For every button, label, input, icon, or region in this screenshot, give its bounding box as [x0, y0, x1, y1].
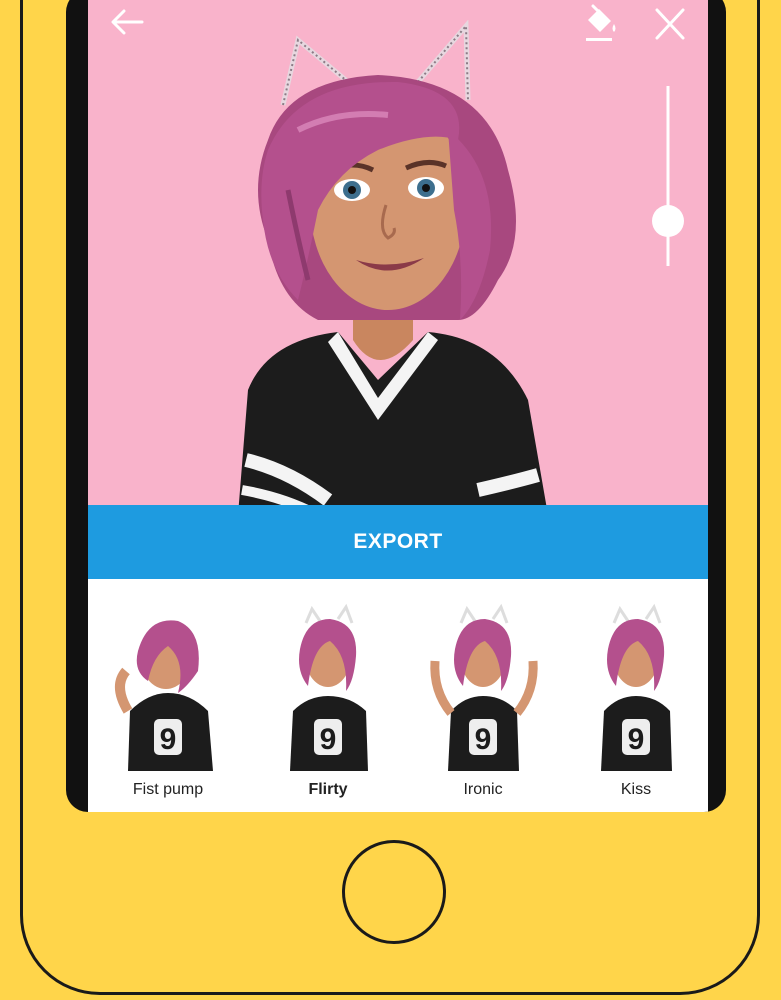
- paint-bucket-icon: [586, 4, 616, 41]
- avatar-thumbnail: 9: [601, 603, 672, 771]
- arrow-left-icon: [111, 9, 144, 35]
- avatar-thumbnail: 9: [290, 603, 368, 771]
- avatar-thumbnail: 9: [115, 620, 213, 771]
- gesture-fist-pump[interactable]: 9 Fist pump: [108, 601, 228, 811]
- svg-text:9: 9: [475, 723, 492, 756]
- avatar-3d-preview: [228, 19, 548, 515]
- phone-screen: EXPORT 9 Fist pump 9 Flirty 9 Ironic 9 K…: [66, 0, 726, 812]
- avatar-preview: [88, 0, 708, 515]
- gesture-kiss[interactable]: 9 Kiss: [576, 601, 696, 811]
- gesture-label: Kiss: [620, 781, 652, 798]
- gesture-label: Flirty: [308, 781, 348, 798]
- back-button[interactable]: [108, 4, 148, 40]
- svg-text:9: 9: [320, 723, 337, 756]
- gesture-flirty[interactable]: 9 Flirty: [268, 601, 388, 811]
- gesture-label: Fist pump: [132, 781, 204, 798]
- size-slider[interactable]: [648, 86, 688, 276]
- gesture-ironic[interactable]: 9 Ironic: [423, 601, 543, 811]
- avatar-thumbnail: 9: [430, 603, 538, 771]
- svg-text:9: 9: [160, 723, 177, 756]
- export-button[interactable]: EXPORT: [88, 505, 708, 579]
- background-color-button[interactable]: [580, 2, 620, 44]
- home-button[interactable]: [342, 840, 446, 944]
- close-button[interactable]: [650, 6, 690, 42]
- gesture-label: Ironic: [463, 781, 503, 798]
- slider-thumb[interactable]: [652, 205, 684, 237]
- svg-text:9: 9: [628, 723, 645, 756]
- close-icon: [655, 8, 685, 40]
- gesture-tray: 9 Fist pump 9 Flirty 9 Ironic 9 Kiss: [88, 579, 708, 812]
